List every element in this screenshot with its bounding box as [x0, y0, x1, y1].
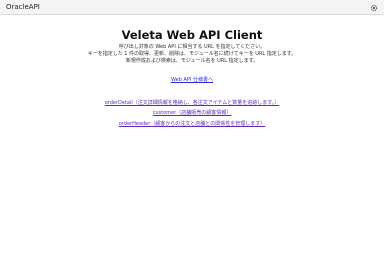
app-name: OracleAPI	[6, 3, 40, 11]
main-content: Veleta Web API Client 呼び出し対象の Web API に相…	[0, 28, 384, 129]
api-spec-link[interactable]: Web API 仕様書へ	[171, 77, 213, 84]
description-line: 新規作成および検索は、モジュール名を URL 指定します。	[125, 58, 259, 65]
gear-icon	[370, 4, 377, 11]
description: 呼び出し対象の Web API に相当する URL を指定してください。 キーを…	[0, 44, 384, 66]
module-list: orderDetail（注文詳細情報を格納し、各注文アイテムと数量を追跡します。…	[0, 98, 384, 130]
module-link-customer[interactable]: customer（店舗販売の顧客情報）	[0, 108, 384, 119]
page-title: Veleta Web API Client	[121, 28, 263, 42]
module-link-orderHeader[interactable]: orderHeader（顧客からの注文と店舗との関係性を管理します）	[0, 119, 384, 130]
top-bar: OracleAPI	[0, 0, 384, 15]
module-link-orderDetail[interactable]: orderDetail（注文詳細情報を格納し、各注文アイテムと数量を追跡します。…	[0, 98, 384, 109]
settings-button[interactable]	[369, 3, 378, 12]
